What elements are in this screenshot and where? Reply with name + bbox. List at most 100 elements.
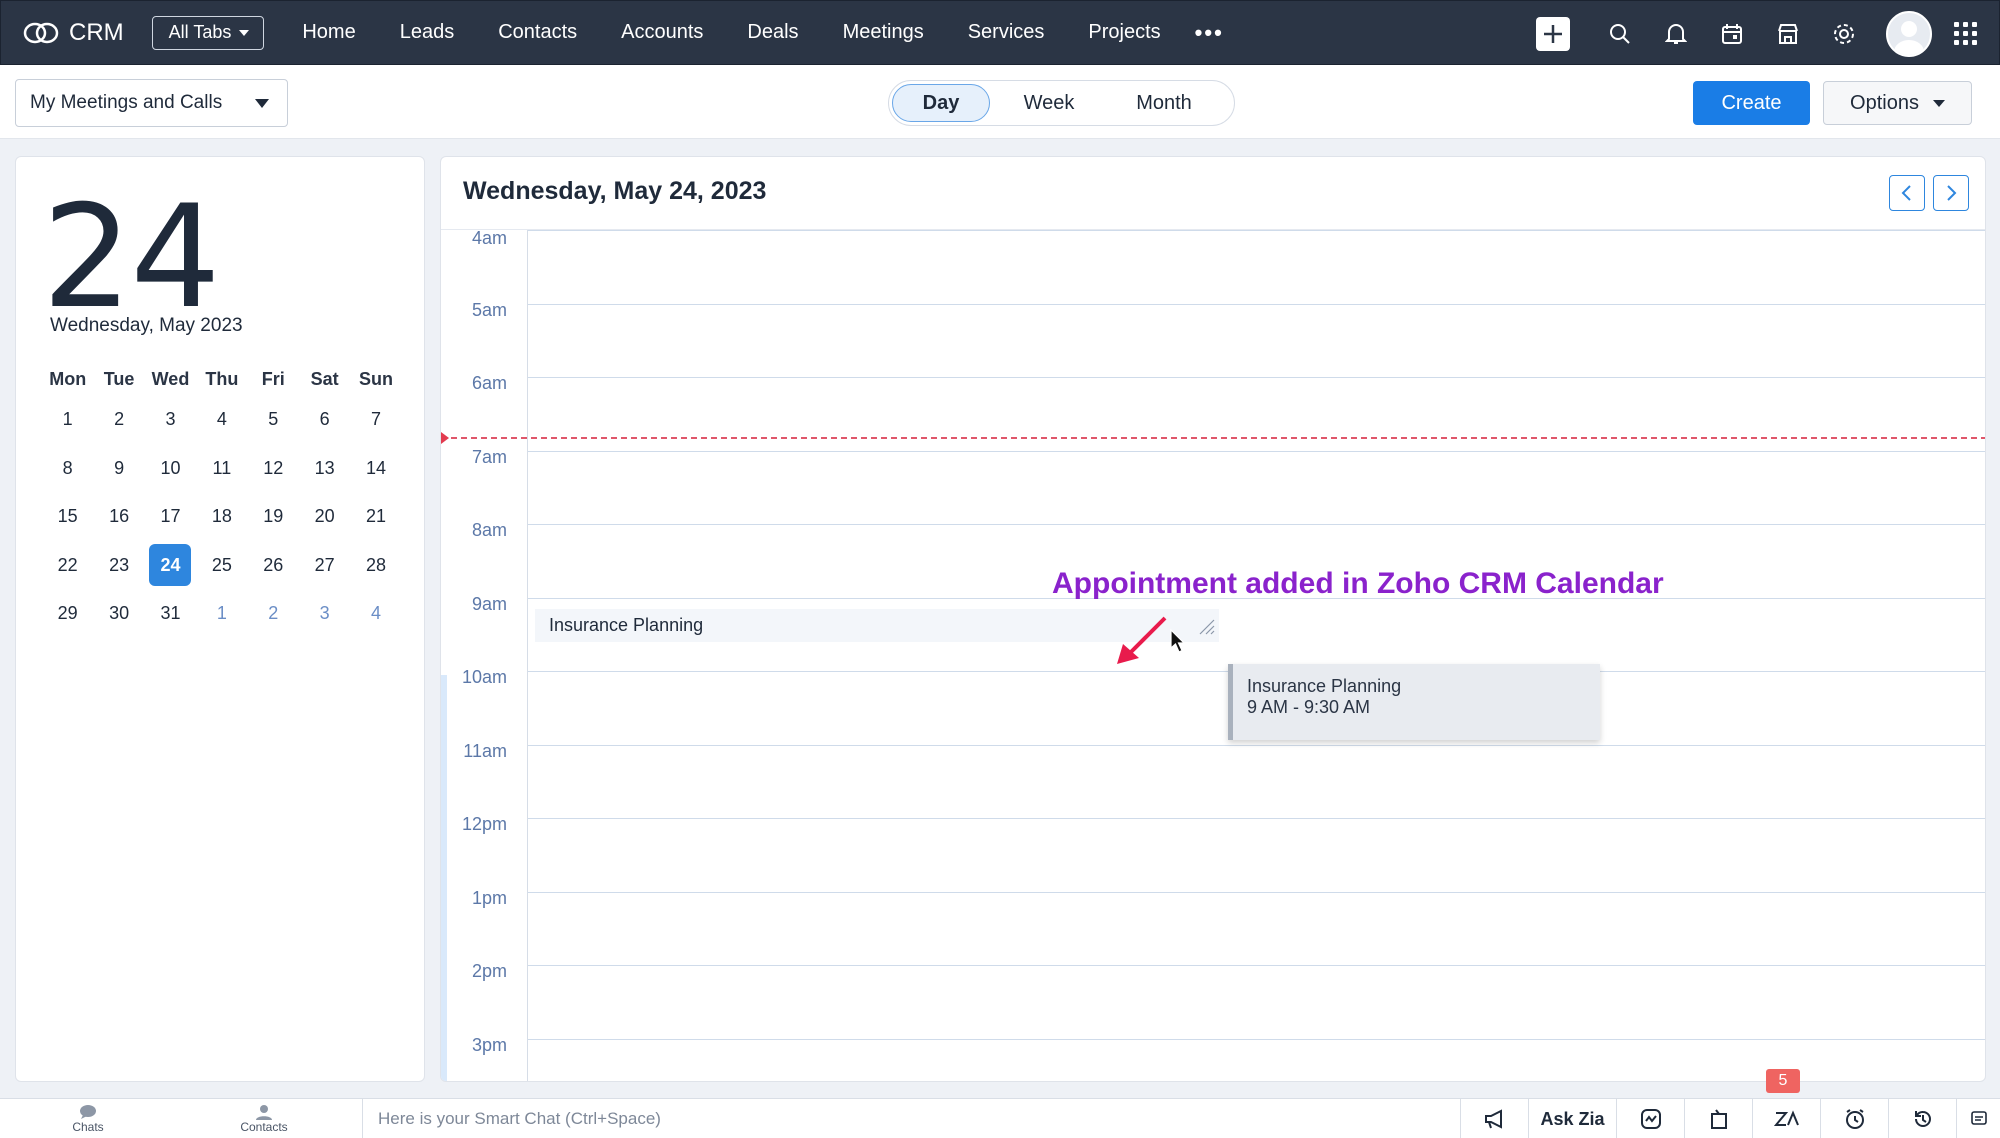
zia-notifications-button[interactable]: 5: [1752, 1069, 1820, 1138]
contacts-button[interactable]: Contacts: [176, 1099, 352, 1138]
nav-link-contacts[interactable]: Contacts: [476, 0, 599, 65]
calendar-day[interactable]: 2: [252, 592, 294, 634]
calendar-day[interactable]: 12: [252, 447, 294, 489]
time-grid[interactable]: 3pm 2pm 1pm 12pm 11am 10am 9am 8am 7am 6am 5am 4am …: [441, 228, 1985, 1082]
calendar-day[interactable]: 6: [304, 398, 346, 440]
notifications-button[interactable]: [1648, 22, 1704, 46]
recent-items-button[interactable]: [1888, 1099, 1956, 1138]
next-day-button[interactable]: [1933, 175, 1969, 211]
calendar-day[interactable]: 15: [47, 495, 89, 537]
feeds-button[interactable]: [1684, 1099, 1752, 1138]
nav-link-home[interactable]: Home: [280, 0, 377, 65]
calendar-day[interactable]: 29: [47, 592, 89, 634]
nav-link-projects[interactable]: Projects: [1066, 0, 1182, 65]
calendar-day[interactable]: 5: [252, 398, 294, 440]
quick-create-button[interactable]: [1536, 16, 1570, 51]
nav-link-services[interactable]: Services: [946, 0, 1067, 65]
bell-icon: [1665, 23, 1687, 44]
calendar-day[interactable]: 3: [149, 398, 191, 440]
announcements-button[interactable]: [1460, 1099, 1528, 1138]
calendar-day[interactable]: 27: [304, 544, 346, 586]
calendar-day[interactable]: 28: [355, 544, 397, 586]
nav-link-meetings[interactable]: Meetings: [821, 0, 946, 65]
tab-week[interactable]: Week: [990, 84, 1108, 122]
caret-down-icon: [1932, 99, 1945, 107]
calendar-day[interactable]: 31: [149, 592, 191, 634]
calendar-day[interactable]: 25: [201, 544, 243, 586]
calendar-day[interactable]: 7: [355, 398, 397, 440]
calendar-day[interactable]: 9: [98, 447, 140, 489]
calendar-day[interactable]: 2: [98, 398, 140, 440]
calendar-day[interactable]: 21: [355, 495, 397, 537]
calendar-day[interactable]: 17: [149, 495, 191, 537]
calendar-day[interactable]: 13: [304, 447, 346, 489]
tab-day[interactable]: Day: [892, 84, 990, 122]
signals-button[interactable]: [1616, 1099, 1684, 1138]
hour-row-4am[interactable]: 4am: [441, 228, 1985, 304]
more-tabs-icon[interactable]: •••: [1195, 20, 1224, 46]
hour-row-2pm[interactable]: 2pm: [441, 961, 1985, 1039]
mini-calendar: Mon Tue Wed Thu Fri Sat Sun 1 2 3 4 5 6 7 8 9 10 11 12 13 1…: [42, 363, 402, 638]
calendar-day[interactable]: 18: [201, 495, 243, 537]
chats-button[interactable]: Chats: [0, 1099, 176, 1138]
smart-chat-input[interactable]: Here is your Smart Chat (Ctrl+Space): [362, 1099, 1470, 1138]
calendar-day[interactable]: 22: [47, 544, 89, 586]
apps-grid-icon[interactable]: [1954, 22, 1977, 45]
time-column-divider: [527, 230, 528, 1081]
calendar-day[interactable]: 20: [304, 495, 346, 537]
calendar-day[interactable]: 1: [201, 592, 243, 634]
calendar-day[interactable]: 10: [149, 447, 191, 489]
hour-row-10am[interactable]: 10am: [441, 667, 1985, 745]
hour-row-1pm[interactable]: 1pm: [441, 888, 1985, 966]
calendar-day[interactable]: 8: [47, 447, 89, 489]
calendar-day[interactable]: 19: [252, 495, 294, 537]
tab-month[interactable]: Month: [1108, 84, 1220, 122]
weekday-tue: Tue: [103, 369, 135, 389]
search-button[interactable]: [1592, 22, 1648, 46]
hour-row-6am[interactable]: 6am: [441, 373, 1985, 451]
calendar-day[interactable]: 26: [252, 544, 294, 586]
hour-row-12pm[interactable]: 12pm: [441, 814, 1985, 892]
hour-row-5am[interactable]: 5am: [441, 300, 1985, 378]
nav-link-deals[interactable]: Deals: [725, 0, 820, 65]
resize-handle-icon[interactable]: [1197, 617, 1215, 635]
weekday-thu: Thu: [205, 369, 239, 389]
options-button[interactable]: Options: [1823, 81, 1972, 125]
hour-row-11am[interactable]: 11am: [441, 741, 1985, 819]
user-avatar[interactable]: [1886, 10, 1932, 57]
create-button[interactable]: Create: [1693, 81, 1810, 125]
calendar-day[interactable]: 24: [149, 543, 192, 586]
hour-gridline: [527, 818, 1985, 819]
calendar-day[interactable]: 16: [98, 495, 140, 537]
weekday-mon: Mon: [49, 369, 87, 389]
settings-button[interactable]: [1816, 22, 1872, 46]
day-view-title: Wednesday, May 24, 2023: [463, 177, 767, 205]
feedback-button[interactable]: [1956, 1099, 2000, 1138]
nav-link-leads[interactable]: Leads: [378, 0, 477, 65]
previous-day-button[interactable]: [1889, 175, 1925, 211]
hour-row-7am[interactable]: 7am: [441, 447, 1985, 525]
annotation-text: Appointment added in Zoho CRM Calendar: [1052, 567, 1664, 600]
view-select-dropdown[interactable]: My Meetings and Calls: [15, 79, 288, 127]
calendar-day[interactable]: 1: [47, 398, 89, 440]
calendar-day[interactable]: 23: [98, 544, 140, 586]
reminders-button[interactable]: [1820, 1099, 1888, 1138]
crm-logo[interactable]: CRM: [23, 19, 124, 47]
options-label: Options: [1850, 91, 1919, 114]
calendar-day[interactable]: 4: [201, 398, 243, 440]
marketplace-button[interactable]: [1760, 23, 1816, 45]
calendar-day[interactable]: 14: [355, 447, 397, 489]
calendar-day[interactable]: 4: [355, 592, 397, 634]
calendar-day[interactable]: 30: [98, 592, 140, 634]
nav-link-accounts[interactable]: Accounts: [599, 0, 725, 65]
megaphone-icon: [1484, 1109, 1502, 1129]
calendar-day[interactable]: 11: [201, 447, 243, 489]
chats-label: Chats: [72, 1119, 104, 1134]
top-nav: CRM All Tabs Home Leads Contacts Accounts De…: [0, 0, 2000, 65]
ask-zia-button[interactable]: Ask Zia: [1528, 1099, 1616, 1138]
all-tabs-dropdown[interactable]: All Tabs: [151, 15, 265, 50]
hour-row-3pm[interactable]: 3pm: [441, 1035, 1985, 1082]
calendar-day[interactable]: 3: [304, 592, 346, 634]
calendar-button[interactable]: [1704, 23, 1760, 45]
weekday-wed: Wed: [151, 369, 190, 389]
